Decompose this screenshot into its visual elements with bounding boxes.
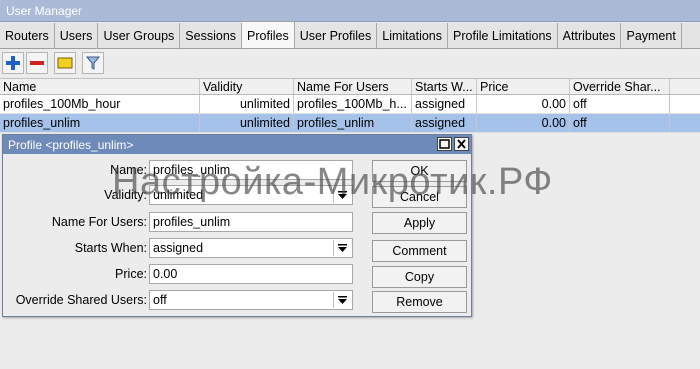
dialog-title: Profile <profiles_unlim> bbox=[8, 138, 134, 152]
cell-override: off bbox=[570, 95, 670, 113]
cell-name: profiles_unlim bbox=[0, 114, 200, 132]
table-row[interactable]: profiles_100Mb_hour unlimited profiles_1… bbox=[0, 95, 700, 114]
window-titlebar: User Manager bbox=[0, 0, 700, 22]
add-button[interactable] bbox=[2, 52, 24, 74]
comment-button[interactable] bbox=[54, 52, 76, 74]
maximize-icon bbox=[439, 139, 450, 149]
tab-user-profiles[interactable]: User Profiles bbox=[295, 23, 378, 49]
col-name-for-users[interactable]: Name For Users bbox=[294, 79, 412, 94]
remove-button[interactable]: Remove bbox=[372, 291, 467, 313]
cell-override: off bbox=[570, 114, 670, 132]
toolbar bbox=[0, 50, 700, 78]
window-title: User Manager bbox=[6, 4, 83, 18]
cell-price: 0.00 bbox=[477, 95, 570, 113]
starts-when-value: assigned bbox=[153, 241, 204, 255]
comment-button[interactable]: Comment bbox=[372, 240, 467, 262]
tab-profile-limitations[interactable]: Profile Limitations bbox=[448, 23, 558, 49]
table-row[interactable]: profiles_unlim unlimited profiles_unlim … bbox=[0, 114, 700, 133]
filter-icon bbox=[86, 56, 100, 70]
dropdown-icon[interactable] bbox=[333, 187, 351, 203]
starts-when-label: Starts When: bbox=[74, 241, 147, 255]
table-header: Name Validity Name For Users Starts W...… bbox=[0, 78, 700, 95]
cell-starts-when: assigned bbox=[412, 95, 477, 113]
copy-button[interactable]: Copy bbox=[372, 266, 467, 288]
name-for-users-field[interactable]: profiles_unlim bbox=[149, 212, 353, 232]
profile-dialog: Profile <profiles_unlim> Name: profiles_… bbox=[2, 134, 472, 317]
col-name[interactable]: Name bbox=[0, 79, 200, 94]
override-select[interactable]: off bbox=[149, 290, 353, 310]
validity-value: unlimited bbox=[153, 188, 204, 202]
tab-profiles[interactable]: Profiles bbox=[242, 21, 295, 48]
validity-label: Validity: bbox=[104, 188, 147, 202]
tab-bar: Routers Users User Groups Sessions Profi… bbox=[0, 21, 700, 49]
close-button[interactable] bbox=[454, 137, 469, 151]
name-label: Name: bbox=[110, 163, 147, 177]
col-extra bbox=[670, 79, 700, 94]
ok-button[interactable]: OK bbox=[372, 160, 467, 182]
col-validity[interactable]: Validity bbox=[200, 79, 294, 94]
dialog-titlebar: Profile <profiles_unlim> bbox=[3, 135, 471, 154]
tab-user-groups[interactable]: User Groups bbox=[98, 23, 181, 49]
tab-limitations[interactable]: Limitations bbox=[377, 23, 449, 49]
add-icon bbox=[6, 56, 20, 70]
cell-name-for-users: profiles_100Mb_h... bbox=[294, 95, 412, 113]
starts-when-select[interactable]: assigned bbox=[149, 238, 353, 258]
apply-button[interactable]: Apply bbox=[372, 212, 467, 234]
cell-name: profiles_100Mb_hour bbox=[0, 95, 200, 113]
override-value: off bbox=[153, 293, 167, 307]
name-field[interactable]: profiles_unlim bbox=[149, 160, 353, 180]
tab-routers[interactable]: Routers bbox=[0, 23, 55, 49]
tab-users[interactable]: Users bbox=[55, 23, 99, 49]
comment-icon bbox=[57, 57, 73, 69]
cell-validity: unlimited bbox=[200, 114, 294, 132]
tab-attributes[interactable]: Attributes bbox=[558, 23, 622, 49]
filter-button[interactable] bbox=[82, 52, 104, 74]
cell-starts-when: assigned bbox=[412, 114, 477, 132]
dropdown-icon[interactable] bbox=[333, 240, 351, 256]
col-override-shared[interactable]: Override Shar... bbox=[570, 79, 670, 94]
tab-sessions[interactable]: Sessions bbox=[180, 23, 243, 49]
cell-validity: unlimited bbox=[200, 95, 294, 113]
cancel-button[interactable]: Cancel bbox=[372, 186, 467, 208]
close-icon bbox=[457, 139, 466, 149]
tab-payment[interactable]: Payment bbox=[621, 23, 682, 49]
price-label: Price: bbox=[115, 267, 147, 281]
cell-price: 0.00 bbox=[477, 114, 570, 132]
remove-button[interactable] bbox=[26, 52, 48, 74]
col-price[interactable]: Price bbox=[477, 79, 570, 94]
cell-name-for-users: profiles_unlim bbox=[294, 114, 412, 132]
validity-select[interactable]: unlimited bbox=[149, 185, 353, 205]
profiles-table: Name Validity Name For Users Starts W...… bbox=[0, 78, 700, 133]
remove-icon bbox=[30, 61, 44, 65]
price-field[interactable]: 0.00 bbox=[149, 264, 353, 284]
name-for-users-label: Name For Users: bbox=[51, 215, 147, 229]
maximize-button[interactable] bbox=[437, 137, 452, 151]
dropdown-icon[interactable] bbox=[333, 292, 351, 308]
col-starts-when[interactable]: Starts W... bbox=[412, 79, 477, 94]
override-label: Override Shared Users: bbox=[15, 293, 147, 307]
